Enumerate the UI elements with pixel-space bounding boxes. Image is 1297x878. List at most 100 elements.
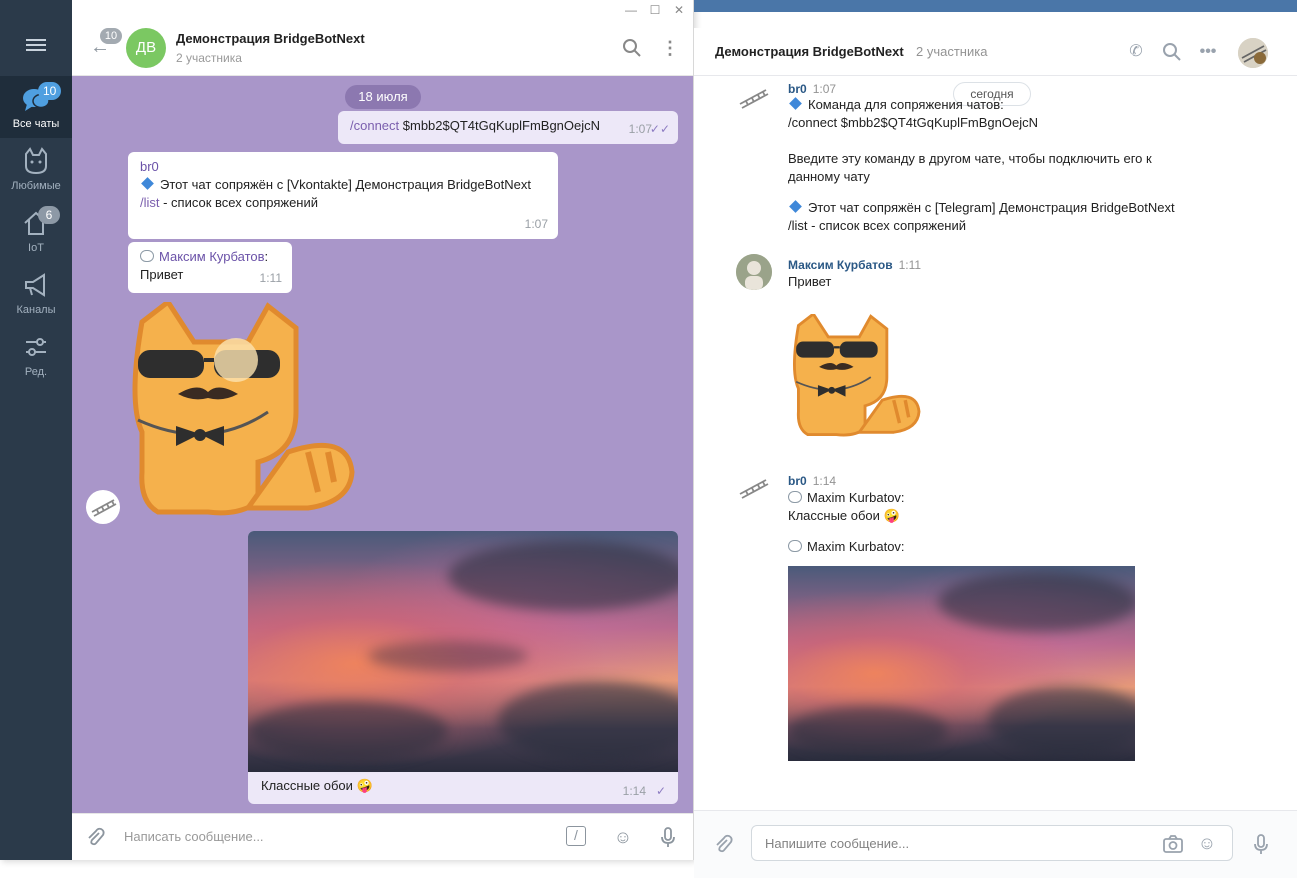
command-link[interactable]: /list xyxy=(140,195,160,210)
ladder-icon xyxy=(739,89,769,109)
microphone-icon[interactable] xyxy=(1250,833,1272,855)
folder-unread-badge: 6 xyxy=(38,206,60,224)
vk-message-text: /connect $mbb2$QT4tGqKuplFmBgnOejcN xyxy=(788,115,1039,130)
bot-avatar[interactable] xyxy=(86,490,120,524)
megaphone-icon xyxy=(25,273,45,297)
vk-composer: Напишите сообщение... ☺ xyxy=(694,810,1297,878)
vk-message-sender[interactable]: br0 1:14 xyxy=(788,474,836,488)
sliders-icon xyxy=(26,338,46,356)
cat-sticker[interactable] xyxy=(128,302,360,518)
vk-message-sender[interactable]: br0 1:07 xyxy=(788,82,836,96)
emoji-icon[interactable]: ☺ xyxy=(1196,832,1218,854)
folder-channels[interactable]: Каналы xyxy=(0,262,72,324)
cat-icon xyxy=(25,147,47,175)
text-line: Maxim Kurbatov: xyxy=(807,490,905,505)
user-photo-icon xyxy=(736,254,772,290)
window-titlebar: — ☐ ✕ xyxy=(72,0,693,20)
speech-bubble-icon xyxy=(788,540,802,552)
chat-subtitle: 2 участника xyxy=(176,51,242,65)
message-text: Этот чат сопряжён с [Vkontakte] Демонстр… xyxy=(160,177,531,192)
cat-sticker[interactable] xyxy=(790,314,924,438)
paperclip-icon[interactable] xyxy=(712,833,734,855)
vk-chat-subtitle[interactable]: 2 участника xyxy=(916,44,987,59)
text-line: Этот чат сопряжён с [Telegram] Демонстра… xyxy=(808,200,1175,215)
message-connect[interactable]: /connect $mbb2$QT4tGqKuplFmBgnOejcN 1:07… xyxy=(338,111,678,144)
sender-name[interactable]: br0 xyxy=(788,474,807,488)
folder-all-chats[interactable]: 10 Все чаты xyxy=(0,76,72,138)
folder-iot[interactable]: 6 IoT xyxy=(0,200,72,262)
message-sender[interactable]: br0 xyxy=(140,158,546,176)
hamburger-menu-icon[interactable] xyxy=(22,36,50,58)
search-icon[interactable] xyxy=(1162,42,1182,62)
phone-icon[interactable]: ✆ xyxy=(1126,42,1146,62)
vk-chat-title[interactable]: Демонстрация BridgeBotNext xyxy=(715,44,904,59)
folder-favorites[interactable]: Любимые xyxy=(0,138,72,200)
vk-message-text: Maxim Kurbatov: xyxy=(788,489,905,507)
read-checks-icon: ✓✓ xyxy=(649,122,670,136)
ladder-icon xyxy=(91,499,117,517)
message-composer: Написать сообщение... / ☺ xyxy=(72,813,693,860)
message-text: - список всех сопряжений xyxy=(159,195,319,210)
bot-avatar[interactable] xyxy=(736,80,772,116)
maximize-icon[interactable]: ☐ xyxy=(646,2,664,18)
sender-name[interactable]: Максим Курбатов xyxy=(788,258,893,272)
back-unread-badge: 10 xyxy=(100,28,122,44)
folder-label: IoT xyxy=(28,242,44,254)
chat-header: ← 10 ДВ Демонстрация BridgeBotNext 2 уча… xyxy=(72,20,693,76)
message-time: 1:11 xyxy=(259,271,282,285)
minimize-icon[interactable]: — xyxy=(622,2,640,18)
vk-message-input[interactable]: Напишите сообщение... ☺ xyxy=(751,825,1233,861)
vk-message-sender[interactable]: Максим Курбатов 1:11 xyxy=(788,258,921,272)
close-icon[interactable]: ✕ xyxy=(670,2,688,18)
diamond-icon xyxy=(789,97,802,110)
vk-message-text: Привет xyxy=(788,274,832,289)
message-user[interactable]: Максим Курбатов: Привет 1:11 xyxy=(128,242,292,293)
folder-label: Все чаты xyxy=(12,118,60,130)
microphone-icon[interactable] xyxy=(657,826,679,848)
bot-commands-icon[interactable]: / xyxy=(566,826,586,846)
folder-unread-badge: 10 xyxy=(38,82,62,100)
vk-message-text: Этот чат сопряжён с [Telegram] Демонстра… xyxy=(788,199,1175,217)
message-area[interactable]: 18 июля /connect $mbb2$QT4tGqKuplFmBgnOe… xyxy=(72,76,693,813)
bot-avatar[interactable] xyxy=(736,470,772,506)
command-link[interactable]: /connect xyxy=(350,118,399,133)
sunset-photo[interactable] xyxy=(248,531,678,772)
folder-edit[interactable]: Ред. xyxy=(0,324,72,386)
chat-title[interactable]: Демонстрация BridgeBotNext xyxy=(176,31,365,46)
vk-message-text: Классные обои 🤪 xyxy=(788,508,900,523)
message-time: 1:14 xyxy=(812,474,837,488)
vk-message-text: Введите эту команду в другом чате, чтобы… xyxy=(788,151,1152,184)
search-icon[interactable] xyxy=(622,38,642,58)
vk-message-list[interactable]: br0 1:07 сегодня Команда для сопряжения ч… xyxy=(694,76,1297,806)
folder-label: Ред. xyxy=(24,366,48,378)
folder-label: Каналы xyxy=(16,304,56,316)
ladder-icon xyxy=(1238,38,1268,68)
chat-avatar[interactable]: ДВ xyxy=(126,28,166,68)
user-avatar[interactable] xyxy=(736,254,772,290)
sunset-photo[interactable] xyxy=(788,566,1135,761)
message-input[interactable]: Написать сообщение... xyxy=(124,829,264,844)
emoji-icon[interactable]: ☺ xyxy=(612,826,634,848)
vk-chat-avatar[interactable] xyxy=(1238,38,1268,68)
message-photo[interactable]: Классные обои 🤪 1:14 ✓ xyxy=(248,531,678,804)
folder-label: Любимые xyxy=(11,180,61,192)
ladder-icon xyxy=(739,479,769,499)
camera-icon[interactable] xyxy=(1162,833,1184,855)
sent-check-icon: ✓ xyxy=(655,784,666,798)
paperclip-icon[interactable] xyxy=(84,826,106,848)
diamond-icon xyxy=(141,177,154,190)
speech-bubble-icon xyxy=(788,491,802,503)
message-sender[interactable]: Максим Курбатов xyxy=(159,249,265,264)
vk-chat-header: Демонстрация BridgeBotNext 2 участника ✆… xyxy=(694,28,1297,76)
desktop: — ☐ ✕ 10 Все чаты Любимые 6 IoT Каналы Р… xyxy=(0,0,1297,878)
message-bot[interactable]: br0 Этот чат сопряжён с [Vkontakte] Демо… xyxy=(128,152,558,239)
vk-window: Демонстрация BridgeBotNext 2 участника ✆… xyxy=(694,28,1297,878)
vk-message-text: /list - список всех сопряжений xyxy=(788,218,967,233)
message-time: 1:11 xyxy=(898,258,922,272)
vk-top-bar xyxy=(694,0,1297,12)
more-horizontal-icon[interactable]: ••• xyxy=(1198,42,1218,62)
input-placeholder: Напишите сообщение... xyxy=(765,836,910,851)
vk-message-text: Команда для сопряжения чатов: xyxy=(788,96,1004,114)
more-vertical-icon[interactable]: ⋮ xyxy=(660,38,680,58)
sender-name[interactable]: br0 xyxy=(788,82,807,96)
